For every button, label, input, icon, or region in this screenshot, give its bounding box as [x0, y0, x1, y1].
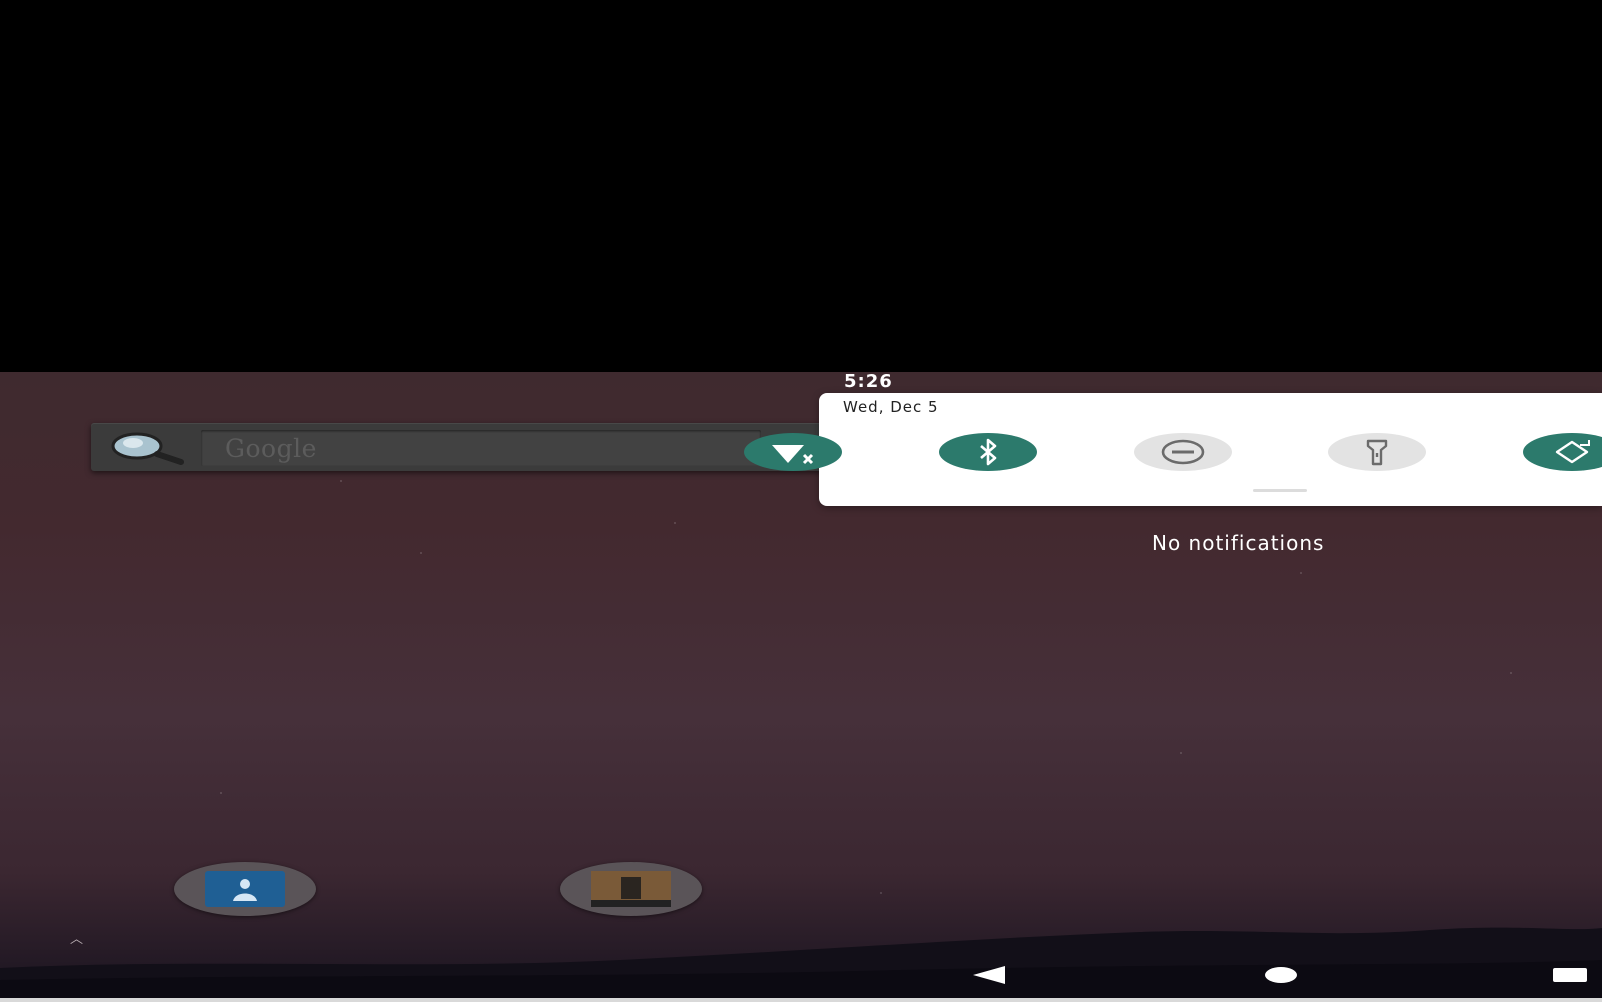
home-button[interactable] — [1265, 967, 1297, 983]
status-clock: 5:26 — [844, 371, 893, 392]
letterbox-top — [0, 0, 1602, 372]
bottom-border — [0, 998, 1602, 1002]
tile-do-not-disturb[interactable] — [1134, 433, 1232, 471]
game-app-icon — [591, 871, 671, 907]
quick-settings-date[interactable]: Wed, Dec 5 — [843, 398, 939, 416]
back-button[interactable] — [973, 966, 1005, 984]
app-drawer-handle-icon[interactable]: ︿ — [70, 928, 83, 947]
bluetooth-icon — [980, 438, 997, 466]
google-search-widget[interactable]: Google — [91, 423, 831, 471]
search-icon — [111, 432, 184, 465]
panel-drag-handle[interactable] — [1253, 489, 1307, 492]
navigation-bar — [0, 952, 1602, 998]
tile-bluetooth[interactable] — [939, 433, 1037, 471]
wifi-off-icon — [772, 445, 814, 465]
contacts-icon — [205, 871, 285, 907]
tile-flashlight[interactable] — [1328, 433, 1426, 471]
dock-app-game[interactable] — [560, 862, 702, 916]
auto-rotate-icon — [1555, 440, 1590, 464]
no-notifications-text: No notifications — [1152, 531, 1325, 555]
search-input[interactable]: Google — [201, 430, 761, 466]
do-not-disturb-icon — [1161, 439, 1205, 465]
flashlight-icon — [1366, 439, 1388, 466]
dock-app-contacts[interactable] — [174, 862, 316, 916]
google-wordmark: Google — [225, 434, 317, 463]
tile-wifi[interactable] — [744, 433, 842, 471]
recents-button[interactable] — [1553, 968, 1587, 982]
